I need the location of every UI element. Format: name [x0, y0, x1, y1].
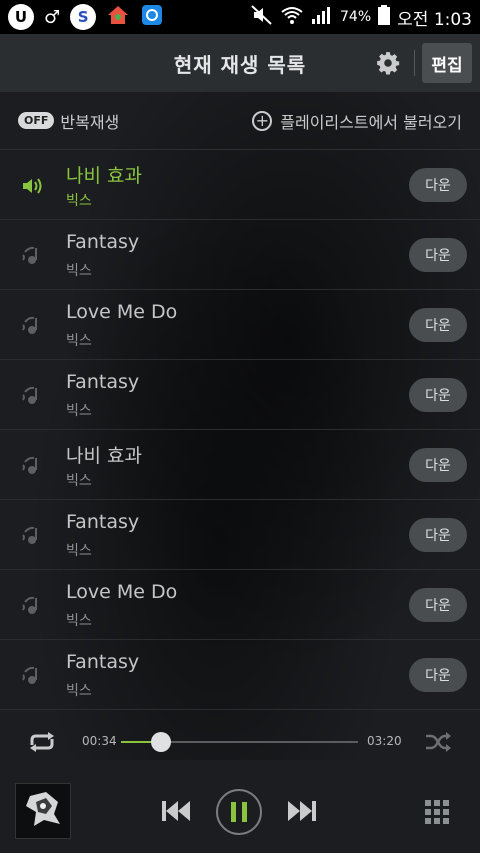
track-title: 나비 효과	[66, 445, 142, 467]
current-time: 00:34	[82, 734, 117, 748]
load-playlist-button[interactable]: + 플레이리스트에서 불러오기	[252, 109, 462, 133]
status-bar: U ♂ S 74% 오전 1:03	[0, 0, 480, 34]
track-row[interactable]: Fantasy 빅스 다운	[0, 220, 480, 290]
track-artist: 빅스	[66, 613, 92, 629]
track-row[interactable]: 나비 효과 빅스 다운	[0, 430, 480, 500]
download-button[interactable]: 다운	[409, 658, 467, 692]
music-track-icon	[20, 663, 46, 689]
track-row[interactable]: Fantasy 빅스 다운	[0, 500, 480, 570]
battery-icon	[378, 5, 391, 29]
seek-thumb[interactable]	[151, 732, 172, 752]
menu-grid-button[interactable]	[424, 799, 450, 829]
track-list: 나비 효과 빅스 다운 Fantasy 빅스 다운 Love Me Do 빅스 …	[0, 150, 480, 710]
playlist-toolbar: OFF 반복재생 + 플레이리스트에서 불러오기	[0, 92, 480, 150]
repeat-button[interactable]	[26, 729, 58, 759]
track-title: Love Me Do	[66, 301, 178, 323]
music-note-icon: ♂	[44, 6, 61, 28]
add-circle-icon: +	[252, 110, 273, 131]
track-title: Love Me Do	[66, 581, 178, 603]
repeat-state-badge: OFF	[18, 112, 55, 129]
clock: 오전 1:03	[397, 9, 472, 30]
total-time: 03:20	[367, 734, 402, 748]
load-playlist-label: 플레이리스트에서 불러오기	[280, 112, 462, 132]
settings-button[interactable]	[372, 47, 404, 79]
music-track-icon	[20, 243, 46, 269]
home-app-icon	[106, 3, 130, 31]
track-title: Fantasy	[66, 511, 140, 533]
settings-app-icon	[140, 3, 164, 31]
gear-icon	[377, 52, 400, 75]
track-artist: 빅스	[66, 333, 92, 349]
next-button[interactable]	[286, 798, 318, 828]
music-track-icon	[20, 383, 46, 409]
signal-icon	[311, 5, 333, 29]
battery-percent: 74%	[340, 9, 372, 25]
track-artist: 빅스	[66, 263, 92, 279]
download-button[interactable]: 다운	[409, 378, 467, 412]
track-artist: 빅스	[66, 543, 92, 559]
album-art[interactable]	[15, 783, 71, 839]
track-artist: 빅스	[66, 683, 92, 699]
header-divider	[414, 50, 415, 76]
track-title: Fantasy	[66, 651, 140, 673]
music-track-icon	[20, 313, 46, 339]
download-button[interactable]: 다운	[409, 448, 467, 482]
speaker-playing-icon	[20, 173, 46, 199]
skip-next-icon	[288, 801, 316, 821]
track-row[interactable]: Fantasy 빅스 다운	[0, 640, 480, 710]
grid-icon	[425, 800, 449, 824]
track-artist: 빅스	[66, 473, 92, 489]
track-title: Fantasy	[66, 231, 140, 253]
music-track-icon	[20, 523, 46, 549]
track-artist: 빅스	[66, 403, 92, 419]
edit-button[interactable]: 편집	[422, 43, 472, 83]
track-title: 나비 효과	[66, 165, 142, 187]
repeat-icon	[30, 732, 54, 752]
skip-previous-icon	[162, 801, 190, 821]
mute-icon	[251, 5, 273, 29]
track-row[interactable]: 나비 효과 빅스 다운	[0, 150, 480, 220]
player-controls	[0, 772, 480, 853]
shuffle-button[interactable]	[424, 730, 452, 758]
previous-button[interactable]	[160, 798, 192, 828]
seek-bar[interactable]	[121, 732, 358, 752]
u-plus-app-icon: U	[8, 4, 34, 30]
download-button[interactable]: 다운	[409, 308, 467, 342]
music-track-icon	[20, 593, 46, 619]
s-app-icon: S	[70, 4, 97, 30]
music-track-icon	[20, 453, 46, 479]
pause-button[interactable]	[216, 789, 262, 835]
shuffle-icon	[426, 732, 451, 752]
track-row[interactable]: Love Me Do 빅스 다운	[0, 570, 480, 640]
download-button[interactable]: 다운	[409, 238, 467, 272]
repeat-toggle[interactable]: OFF 반복재생	[18, 109, 119, 133]
track-title: Fantasy	[66, 371, 140, 393]
repeat-label: 반복재생	[60, 112, 120, 132]
download-button[interactable]: 다운	[409, 588, 467, 622]
download-button[interactable]: 다운	[409, 168, 467, 202]
page-title: 현재 재생 목록	[173, 52, 307, 77]
download-button[interactable]: 다운	[409, 518, 467, 552]
header-bar: 현재 재생 목록 편집	[0, 34, 480, 92]
track-row[interactable]: Fantasy 빅스 다운	[0, 360, 480, 430]
track-row[interactable]: Love Me Do 빅스 다운	[0, 290, 480, 360]
track-artist: 빅스	[66, 193, 92, 209]
progress-area: 00:34 03:20	[0, 712, 480, 772]
pause-icon	[231, 802, 247, 822]
wifi-icon	[280, 5, 304, 29]
